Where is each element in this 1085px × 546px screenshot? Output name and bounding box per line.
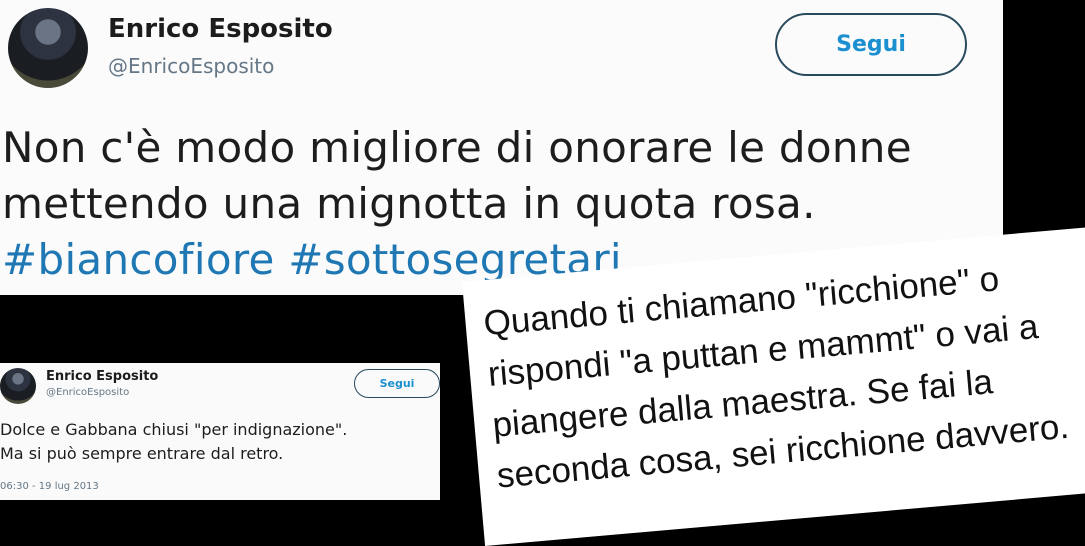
author-name[interactable]: Enrico Esposito xyxy=(108,14,333,44)
author-name[interactable]: Enrico Esposito xyxy=(46,369,158,384)
author-handle[interactable]: @EnricoEsposito xyxy=(46,387,129,398)
small-tweet-card: Enrico Esposito @EnricoEsposito Segui Do… xyxy=(0,363,440,500)
tweet-timestamp[interactable]: 06:30 - 19 lug 2013 xyxy=(0,481,99,492)
quote-text: Quando ti chiamano "ricchione" o rispond… xyxy=(482,246,1085,502)
tweet-text-line: Non c'è modo migliore di onorare le donn… xyxy=(2,123,912,172)
author-handle[interactable]: @EnricoEsposito xyxy=(108,54,274,78)
follow-button[interactable]: Segui xyxy=(775,13,967,76)
avatar[interactable] xyxy=(0,368,36,404)
tweet-text-line: mettendo una mignotta in quota rosa. xyxy=(2,179,816,228)
tweet-text-line: Dolce e Gabbana chiusi "per indignazione… xyxy=(0,420,348,439)
quote-card: Quando ti chiamano "ricchione" o rispond… xyxy=(462,227,1085,546)
follow-button[interactable]: Segui xyxy=(354,369,440,398)
avatar[interactable] xyxy=(8,8,88,88)
tweet-text: Dolce e Gabbana chiusi "per indignazione… xyxy=(0,418,440,466)
tweet-text-line: Ma si può sempre entrare dal retro. xyxy=(0,444,284,463)
